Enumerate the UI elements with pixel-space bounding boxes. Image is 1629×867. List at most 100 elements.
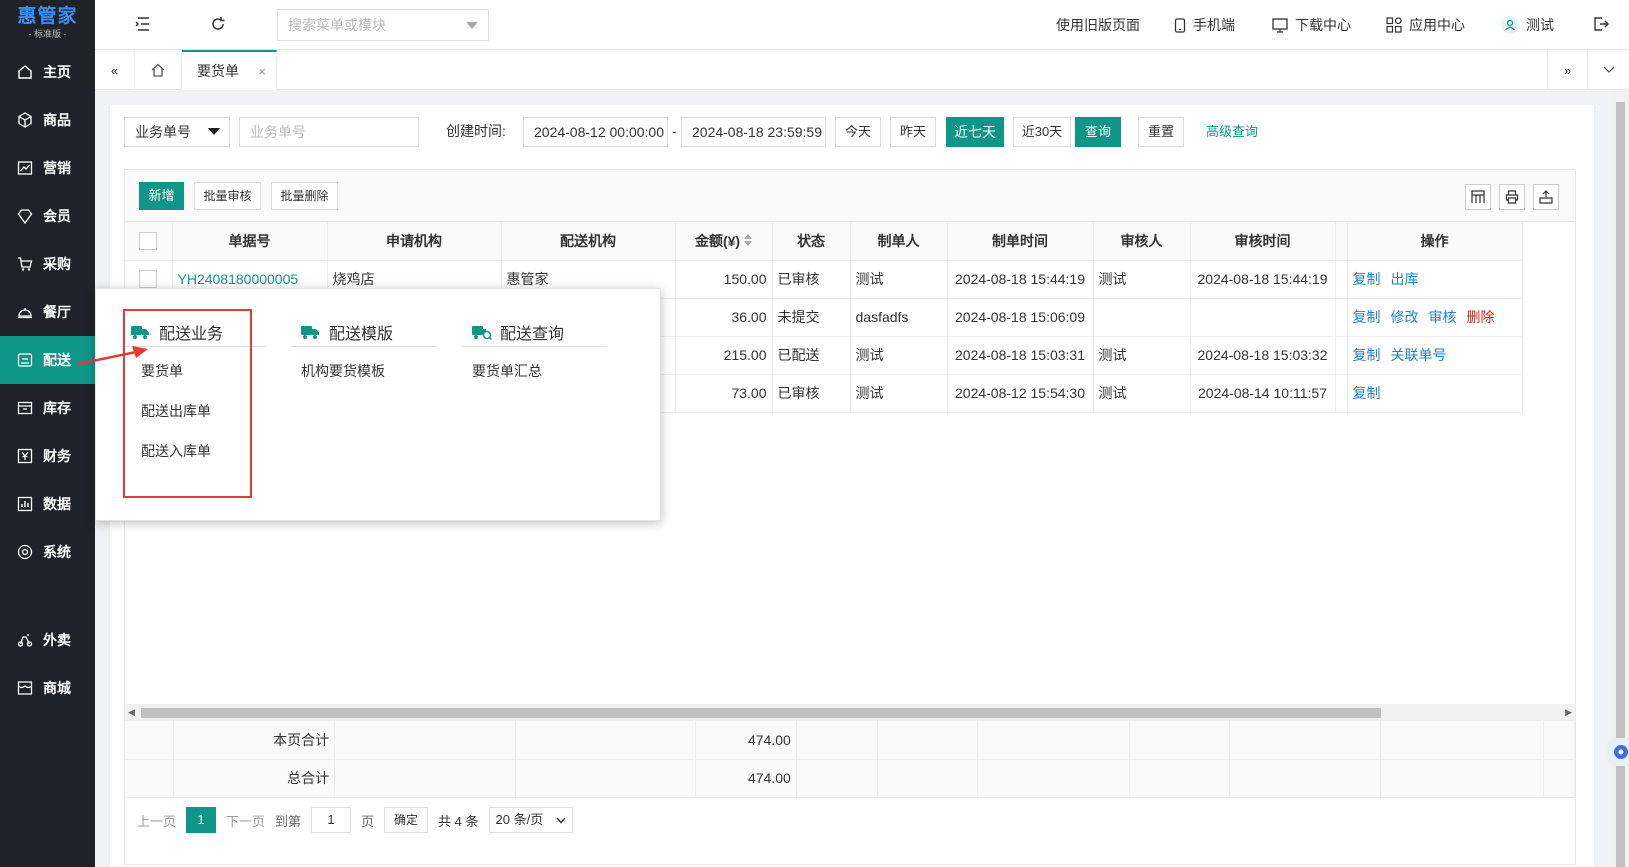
grand-total-amount: 474.00 [695, 759, 797, 798]
batch-delete-button[interactable]: 批量删除 [271, 182, 338, 210]
col-header-amount[interactable]: 金额(¥) [675, 222, 773, 261]
select-all-cell[interactable] [125, 222, 173, 261]
refresh-icon[interactable] [209, 15, 227, 33]
next-page-button[interactable]: 下一页 [226, 811, 265, 830]
select-all-checkbox[interactable] [139, 231, 158, 250]
date-to-value: 2024-08-18 23:59:59 [692, 124, 822, 140]
mobile-link[interactable]: 手机端 [1174, 0, 1235, 50]
logout-icon[interactable] [1592, 15, 1610, 33]
row-actions: 复制 关联单号 [1347, 336, 1523, 375]
horizontal-scrollbar[interactable]: ◀ ▶ [125, 704, 1575, 721]
date-from-input[interactable]: 2024-08-12 00:00:00 [523, 117, 668, 147]
col-header: 配送机构 [501, 222, 676, 261]
warehouse-icon [17, 400, 33, 416]
apps-label: 应用中心 [1409, 17, 1465, 33]
print-icon[interactable] [1499, 184, 1525, 210]
bar-chart-icon [17, 496, 33, 512]
download-label: 下载中心 [1295, 17, 1351, 33]
scroll-right-arrow-icon[interactable]: ▶ [1565, 707, 1572, 718]
reset-button[interactable]: 重置 [1138, 117, 1184, 147]
sidebar-item-restaurant[interactable]: 餐厅 [0, 288, 95, 336]
sidebar-item-members[interactable]: 会员 [0, 192, 95, 240]
sidebar-item-mall[interactable]: 商城 [0, 664, 95, 712]
sidebar-item-label: 商城 [43, 680, 71, 696]
copy-link[interactable]: 复制 [1353, 385, 1381, 401]
tabs-scroll-left[interactable]: « [95, 50, 135, 90]
home-tab[interactable] [135, 50, 182, 90]
collapse-menu-icon[interactable] [134, 15, 152, 33]
copy-link[interactable]: 复制 [1353, 271, 1381, 287]
batch-audit-button[interactable]: 批量审核 [194, 182, 261, 210]
audit-link[interactable]: 审核 [1429, 309, 1457, 325]
export-icon[interactable] [1533, 184, 1559, 210]
maker: dasfadfs [850, 298, 948, 337]
goto-confirm-button[interactable]: 确定 [384, 807, 429, 833]
columns-icon[interactable] [1465, 184, 1491, 210]
sidebar-item-finance[interactable]: 财务 [0, 432, 95, 480]
mobile-label: 手机端 [1193, 17, 1235, 33]
page-total-label: 本页合计 [173, 721, 336, 760]
phone-icon [1174, 17, 1186, 33]
last-30-days-button[interactable]: 近30天 [1013, 117, 1071, 147]
tabs-dropdown[interactable] [1588, 50, 1629, 90]
menu-search-input[interactable]: 搜索菜单或模块 [277, 9, 489, 41]
sidebar-item-purchase[interactable]: 采购 [0, 240, 95, 288]
sidebar-item-data[interactable]: 数据 [0, 480, 95, 528]
query-button[interactable]: 查询 [1075, 117, 1121, 147]
copy-link[interactable]: 复制 [1353, 309, 1381, 325]
page-1-button[interactable]: 1 [186, 807, 217, 833]
sidebar-item-marketing[interactable]: 营销 [0, 144, 95, 192]
goto-page-input[interactable]: 1 [311, 807, 352, 833]
order-no-placeholder: 业务单号 [250, 124, 306, 140]
filter-bar: 业务单号 业务单号 创建时间: 2024-08-12 00:00:00 - 20… [124, 117, 1584, 149]
scroll-left-arrow-icon[interactable]: ◀ [128, 707, 135, 718]
date-separator: - [672, 124, 677, 139]
horizontal-scrollbar-thumb[interactable] [141, 708, 1381, 718]
make-time: 2024-08-18 15:44:19 [947, 260, 1094, 299]
page-size-select[interactable]: 20 条/页 [488, 807, 573, 833]
sidebar-item-products[interactable]: 商品 [0, 96, 95, 144]
tab-requisition[interactable]: 要货单 × [182, 50, 277, 90]
order-no-input[interactable]: 业务单号 [239, 117, 419, 147]
delete-link[interactable]: 删除 [1467, 309, 1495, 325]
row-checkbox[interactable] [139, 270, 158, 289]
auditor: 测试 [1093, 336, 1191, 375]
old-page-link[interactable]: 使用旧版页面 [1056, 0, 1140, 50]
add-button[interactable]: 新增 [139, 182, 184, 210]
page-total-row: 本页合计 474.00 [125, 721, 1576, 760]
date-to-input[interactable]: 2024-08-18 23:59:59 [681, 117, 826, 147]
page-total-amount: 474.00 [695, 721, 797, 760]
last-7-days-button[interactable]: 近七天 [946, 117, 1004, 147]
home-icon [151, 63, 165, 77]
sidebar-item-label: 财务 [43, 448, 71, 464]
tab-label: 要货单 [197, 63, 239, 79]
floating-assistant-button[interactable] [1605, 738, 1629, 766]
related-no-link[interactable]: 关联单号 [1391, 347, 1447, 363]
menu-item-requisition-summary[interactable]: 要货单汇总 [462, 351, 607, 391]
make-time: 2024-08-12 15:54:30 [947, 374, 1094, 413]
sidebar-item-label: 系统 [43, 544, 71, 560]
download-center-link[interactable]: 下载中心 [1272, 0, 1351, 50]
sidebar-item-takeout[interactable]: 外卖 [0, 616, 95, 664]
amount: 215.00 [675, 336, 773, 375]
outbound-link[interactable]: 出库 [1391, 271, 1419, 287]
logo[interactable]: 惠管家 - 标准版 - [0, 0, 95, 48]
settings-icon [17, 544, 33, 560]
sidebar-item-inventory[interactable]: 库存 [0, 384, 95, 432]
yesterday-button[interactable]: 昨天 [890, 117, 936, 147]
copy-link[interactable]: 复制 [1353, 347, 1381, 363]
sidebar-item-system[interactable]: 系统 [0, 528, 95, 576]
field-select-value: 业务单号 [135, 124, 191, 140]
prev-page-button[interactable]: 上一页 [137, 811, 176, 830]
today-button[interactable]: 今天 [835, 117, 881, 147]
close-icon[interactable]: × [258, 64, 266, 79]
advanced-query-link[interactable]: 高级查询 [1206, 117, 1258, 147]
make-time: 2024-08-18 15:06:09 [947, 298, 1094, 337]
tabs-scroll-right[interactable]: » [1547, 50, 1588, 90]
menu-item-org-template[interactable]: 机构要货模板 [291, 351, 436, 391]
sidebar-item-home[interactable]: 主页 [0, 48, 95, 96]
field-select[interactable]: 业务单号 [124, 117, 230, 147]
app-center-link[interactable]: 应用中心 [1386, 0, 1465, 50]
edit-link[interactable]: 修改 [1391, 309, 1419, 325]
user-menu[interactable]: 测试 [1501, 0, 1554, 50]
